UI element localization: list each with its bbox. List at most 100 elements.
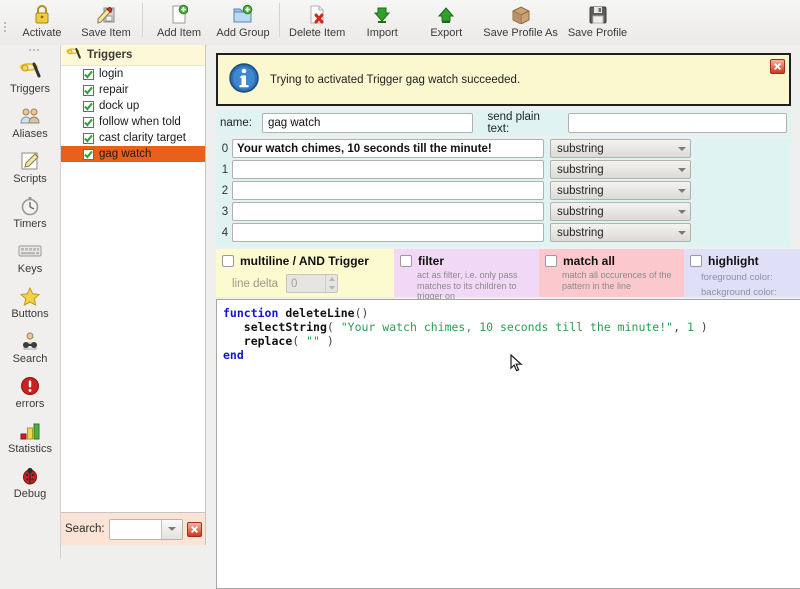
- stopwatch-icon: [19, 194, 41, 218]
- sidebar-item-search[interactable]: Search: [0, 325, 60, 370]
- pattern-type-select[interactable]: substring: [550, 202, 691, 221]
- chevron-down-icon: [678, 209, 686, 214]
- pattern-type-value: substring: [557, 184, 604, 197]
- pattern-type-select[interactable]: substring: [550, 160, 691, 179]
- checkbox-checked-icon[interactable]: [83, 100, 94, 112]
- pattern-input[interactable]: [232, 181, 544, 200]
- filter-option-panel: filter act as filter, i.e. only pass mat…: [394, 249, 539, 301]
- pattern-type-select[interactable]: substring: [550, 223, 691, 242]
- checkbox-checked-icon[interactable]: [83, 148, 94, 160]
- tree-header: Triggers: [61, 45, 205, 66]
- sidebar-item-keys[interactable]: Keys: [0, 235, 60, 280]
- notification-message: Trying to activated Trigger gag watch su…: [270, 73, 521, 86]
- name-input[interactable]: gag watch: [261, 113, 474, 133]
- import-button[interactable]: Import: [350, 0, 414, 47]
- toolbar-drag-handle[interactable]: [0, 0, 10, 45]
- line-delta-stepper[interactable]: 0: [286, 274, 339, 293]
- filter-checkbox[interactable]: [400, 255, 412, 267]
- save-profile-label: Save Profile: [567, 27, 628, 39]
- highlight-checkbox[interactable]: [690, 255, 702, 267]
- delete-item-icon: [308, 2, 326, 27]
- pattern-input[interactable]: Your watch chimes, 10 seconds till the m…: [232, 139, 544, 158]
- sidebar-item-buttons[interactable]: Buttons: [0, 280, 60, 325]
- chevron-down-icon: [678, 188, 686, 193]
- pattern-index: 3: [221, 205, 229, 218]
- checkbox-checked-icon[interactable]: [83, 132, 94, 144]
- tree-item-login[interactable]: login: [61, 66, 205, 82]
- stepper-arrows[interactable]: [325, 275, 337, 292]
- save-profile-as-label: Save Profile As: [483, 27, 558, 39]
- filter-description: act as filter, i.e. only pass matches to…: [417, 270, 518, 301]
- toolbar-separator-2: [279, 3, 280, 37]
- tree-item-gag-watch[interactable]: gag watch: [61, 146, 205, 162]
- sidebar-item-statistics-label: Statistics: [7, 443, 52, 455]
- sidebar-item-errors[interactable]: errors: [0, 370, 60, 415]
- notepad-pencil-icon: [19, 149, 41, 173]
- pattern-type-value: substring: [557, 163, 604, 176]
- floppy-disk-icon: [588, 2, 608, 27]
- sidebar-item-statistics[interactable]: Statistics: [0, 415, 60, 460]
- keyboard-icon: [17, 239, 43, 263]
- tree-item-cast-clarity-target[interactable]: cast clarity target: [61, 130, 205, 146]
- notification-close-button[interactable]: [770, 59, 785, 74]
- sidebar-item-triggers[interactable]: Triggers: [0, 55, 60, 100]
- chevron-down-icon: [678, 230, 686, 235]
- pattern-input[interactable]: [232, 160, 544, 179]
- highlight-option-panel: highlight foreground color: background c…: [684, 249, 800, 298]
- checkbox-checked-icon[interactable]: [83, 84, 94, 96]
- sidebar-drag-handle[interactable]: [0, 45, 60, 55]
- delete-item-button[interactable]: Delete Item: [284, 0, 350, 47]
- save-item-button[interactable]: Save Item: [74, 0, 138, 47]
- binoculars-icon: [18, 329, 42, 353]
- export-button[interactable]: Export: [414, 0, 478, 47]
- tree-item-label: dock up: [99, 100, 140, 112]
- trigger-tree-panel: Triggers login repair dock up follow whe…: [61, 45, 206, 513]
- checkbox-checked-icon[interactable]: [83, 116, 94, 128]
- tree-item-dock-up[interactable]: dock up: [61, 98, 205, 114]
- send-plain-text-input[interactable]: [567, 113, 787, 133]
- editor-main-area: Trying to activated Trigger gag watch su…: [207, 45, 800, 589]
- checkbox-checked-icon[interactable]: [83, 68, 94, 80]
- tree-item-repair[interactable]: repair: [61, 82, 205, 98]
- ladybug-icon: [19, 464, 41, 488]
- add-item-button[interactable]: Add Item: [147, 0, 211, 47]
- pattern-input[interactable]: [232, 223, 544, 242]
- pattern-type-select[interactable]: substring: [550, 139, 691, 158]
- info-icon: [228, 62, 260, 97]
- sidebar-item-aliases[interactable]: Aliases: [0, 100, 60, 145]
- import-arrow-down-icon: [372, 2, 392, 27]
- chevron-down-icon: [678, 146, 686, 151]
- save-profile-button[interactable]: Save Profile: [563, 0, 632, 47]
- export-label: Export: [430, 27, 463, 39]
- padlock-icon: [33, 2, 51, 27]
- sidebar-item-errors-label: errors: [15, 398, 45, 410]
- pattern-input[interactable]: [232, 202, 544, 221]
- highlight-label: highlight: [708, 254, 759, 268]
- pattern-row: 0 Your watch chimes, 10 seconds till the…: [216, 138, 791, 159]
- search-close-button[interactable]: [186, 521, 202, 537]
- add-group-button[interactable]: Add Group: [211, 0, 275, 47]
- sidebar-item-search-label: Search: [12, 353, 48, 365]
- multiline-checkbox[interactable]: [222, 255, 234, 267]
- pattern-index: 2: [221, 184, 229, 197]
- people-icon: [18, 104, 42, 128]
- pattern-type-select[interactable]: substring: [550, 181, 691, 200]
- box-icon: [511, 2, 531, 27]
- export-arrow-up-icon: [436, 2, 456, 27]
- pattern-index: 1: [221, 163, 229, 176]
- match-all-option-panel: match all match all occurences of the pa…: [539, 249, 684, 297]
- chevron-down-icon[interactable]: [160, 519, 182, 539]
- sidebar-item-scripts[interactable]: Scripts: [0, 145, 60, 190]
- sidebar-item-debug[interactable]: Debug: [0, 460, 60, 505]
- search-label: Search:: [65, 523, 105, 535]
- script-editor[interactable]: function deleteLine() selectString( "You…: [216, 299, 800, 589]
- save-profile-as-button[interactable]: Save Profile As: [478, 0, 563, 47]
- tree-item-follow-when-told[interactable]: follow when told: [61, 114, 205, 130]
- match-all-checkbox[interactable]: [545, 255, 557, 267]
- add-item-icon: [170, 2, 188, 27]
- activate-button[interactable]: Activate: [10, 0, 74, 47]
- sidebar-item-timers[interactable]: Timers: [0, 190, 60, 235]
- match-all-description: match all occurences of the pattern in t…: [562, 270, 672, 291]
- search-input[interactable]: [108, 518, 183, 540]
- multiline-option-panel: multiline / AND Trigger line delta 0: [216, 249, 394, 297]
